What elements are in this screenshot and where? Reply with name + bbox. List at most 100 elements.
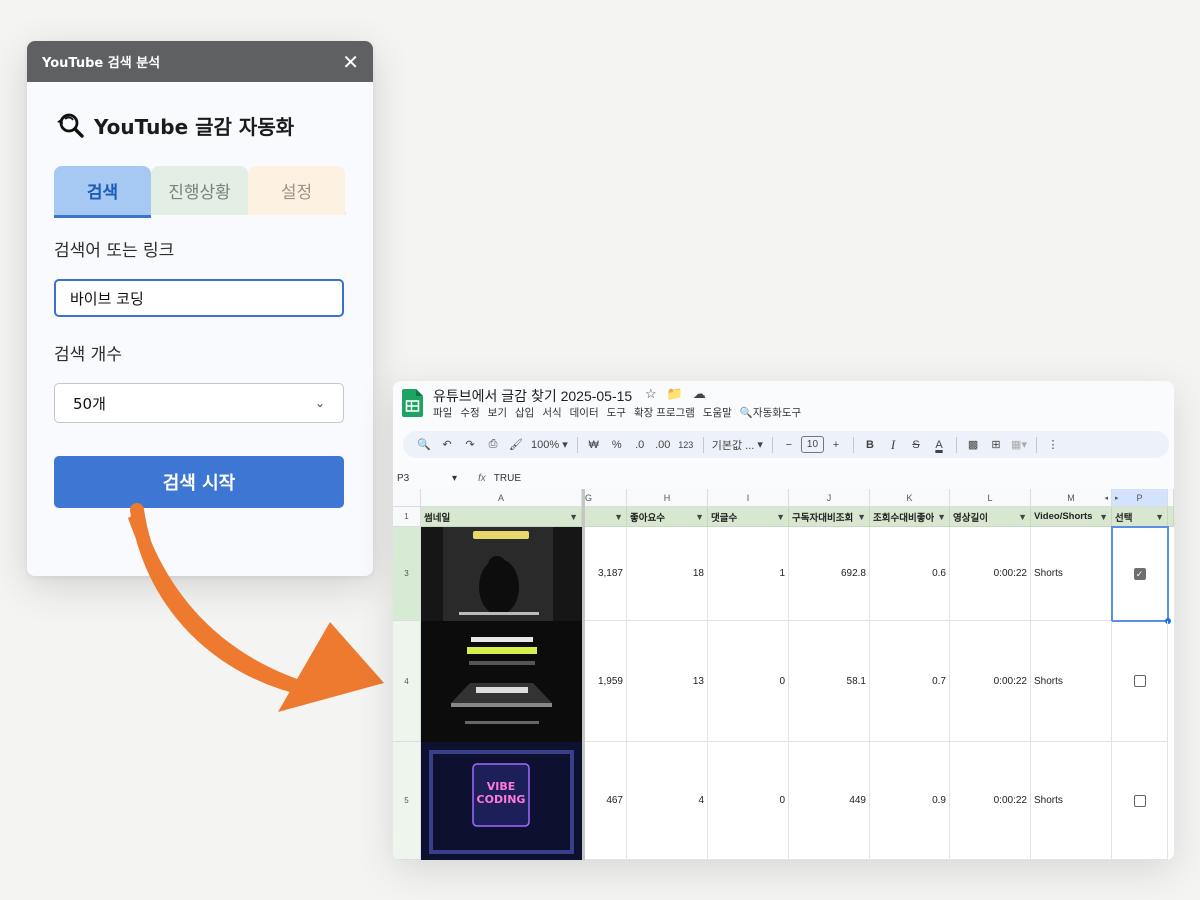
document-title[interactable]: 유튜브에서 글감 찾기 2025-05-15: [433, 386, 632, 406]
column-header-m[interactable]: M ◂: [1031, 489, 1112, 507]
comments-cell[interactable]: 0: [708, 621, 789, 742]
likes-cell[interactable]: 4: [627, 742, 708, 860]
checkbox-unchecked[interactable]: [1133, 675, 1146, 687]
menu-edit[interactable]: 수정: [460, 405, 479, 420]
font-select[interactable]: 기본값 ... ▾: [709, 434, 766, 456]
type-cell[interactable]: Shorts: [1031, 621, 1112, 742]
views-cell[interactable]: 3,187: [585, 527, 627, 621]
sub-ratio-cell[interactable]: 692.8: [789, 527, 870, 621]
zoom-select[interactable]: 100% ▾: [528, 434, 571, 456]
column-header-g[interactable]: G: [585, 489, 627, 507]
column-header-p[interactable]: ▸ P: [1112, 489, 1168, 507]
column-header-i[interactable]: I: [708, 489, 789, 507]
search-menus-icon[interactable]: 🔍: [413, 434, 435, 456]
select-cell[interactable]: [1112, 621, 1168, 742]
type-cell[interactable]: Shorts: [1031, 742, 1112, 860]
row-header-5[interactable]: 5: [393, 742, 421, 860]
row-header-4[interactable]: 4: [393, 621, 421, 742]
length-cell[interactable]: 0:00:22: [950, 621, 1031, 742]
currency-format-button[interactable]: ₩: [583, 434, 605, 456]
likes-cell[interactable]: 13: [627, 621, 708, 742]
count-select[interactable]: 50개 ⌄: [54, 383, 344, 423]
italic-button[interactable]: I: [882, 434, 904, 456]
filter-icon[interactable]: ▼: [937, 512, 946, 522]
font-size-input[interactable]: 10: [800, 436, 825, 453]
sub-ratio-cell[interactable]: 58.1: [789, 621, 870, 742]
text-color-button[interactable]: A: [928, 434, 950, 456]
checkbox-checked[interactable]: ✓: [1133, 567, 1146, 580]
cloud-status-icon[interactable]: ☁: [693, 386, 706, 402]
column-header-next[interactable]: [1168, 489, 1174, 507]
increase-decimal-button[interactable]: .00: [652, 434, 674, 456]
like-ratio-cell[interactable]: 0.6: [870, 527, 950, 621]
sheet-grid: A G H I J K L M ◂ ▸ P 1 썸네일 ▼ ▼ 좋아요수 ▼ 댓글수 ▼ …: [393, 489, 1174, 860]
star-icon[interactable]: ☆: [645, 386, 657, 402]
comments-cell[interactable]: 0: [708, 742, 789, 860]
menu-view[interactable]: 보기: [488, 405, 507, 420]
start-search-button[interactable]: 검색 시작: [54, 456, 344, 508]
tab-progress[interactable]: 진행상황: [151, 166, 248, 215]
print-icon[interactable]: ⎙: [482, 434, 504, 456]
likes-cell[interactable]: 18: [627, 527, 708, 621]
close-icon[interactable]: ✕: [342, 52, 359, 72]
redo-icon[interactable]: ↷: [459, 434, 481, 456]
move-folder-icon[interactable]: 📁: [667, 386, 683, 402]
search-input[interactable]: [54, 279, 344, 317]
caret-down-icon: ▾: [451, 472, 457, 484]
select-cell[interactable]: [1112, 742, 1168, 860]
filter-icon[interactable]: ▼: [1155, 512, 1164, 522]
menu-extensions[interactable]: 확장 프로그램: [634, 405, 695, 420]
length-cell[interactable]: 0:00:22: [950, 742, 1031, 860]
tab-search[interactable]: 검색: [54, 166, 151, 218]
merge-cells-icon[interactable]: ▦▾: [1008, 434, 1030, 456]
strikethrough-button[interactable]: S: [905, 434, 927, 456]
filter-icon[interactable]: ▼: [614, 512, 623, 522]
font-size-increase-button[interactable]: +: [825, 434, 847, 456]
filter-icon[interactable]: ▼: [569, 512, 578, 522]
font-size-decrease-button[interactable]: −: [778, 434, 800, 456]
sub-ratio-cell[interactable]: 449: [789, 742, 870, 860]
column-header-a[interactable]: A: [421, 489, 582, 507]
column-header-k[interactable]: K: [870, 489, 950, 507]
like-ratio-cell[interactable]: 0.7: [870, 621, 950, 742]
row-header-1[interactable]: 1: [393, 507, 421, 527]
row-header-3[interactable]: 3: [393, 527, 421, 621]
fill-color-icon[interactable]: ▩: [962, 434, 984, 456]
filter-icon[interactable]: ▼: [695, 512, 704, 522]
like-ratio-cell[interactable]: 0.9: [870, 742, 950, 860]
comments-cell[interactable]: 1: [708, 527, 789, 621]
menu-format[interactable]: 서식: [542, 405, 561, 420]
number-format-button[interactable]: 123: [675, 434, 697, 456]
menu-tools[interactable]: 도구: [607, 405, 626, 420]
undo-icon[interactable]: ↶: [436, 434, 458, 456]
views-cell[interactable]: 1,959: [585, 621, 627, 742]
menu-insert[interactable]: 삽입: [515, 405, 534, 420]
paint-format-icon[interactable]: 🖌: [505, 434, 527, 456]
menu-data[interactable]: 데이터: [570, 405, 599, 420]
menu-file[interactable]: 파일: [433, 405, 452, 420]
borders-icon[interactable]: ⊞: [985, 434, 1007, 456]
tab-settings[interactable]: 설정: [248, 166, 345, 215]
type-cell[interactable]: Shorts: [1031, 527, 1112, 621]
filter-icon[interactable]: ▼: [776, 512, 785, 522]
menu-automation-tools[interactable]: 🔍자동화도구: [740, 405, 801, 420]
more-options-icon[interactable]: ⋮: [1042, 434, 1064, 456]
column-header-h[interactable]: H: [627, 489, 708, 507]
length-cell[interactable]: 0:00:22: [950, 527, 1031, 621]
filter-icon[interactable]: ▼: [857, 512, 866, 522]
percent-format-button[interactable]: %: [606, 434, 628, 456]
menu-help[interactable]: 도움말: [703, 405, 732, 420]
toolbar: 🔍 ↶ ↷ ⎙ 🖌 100% ▾ ₩ % .0 .00 123 기본값 ... …: [403, 431, 1169, 458]
column-header-j[interactable]: J: [789, 489, 870, 507]
decrease-decimal-button[interactable]: .0: [629, 434, 651, 456]
checkbox-unchecked[interactable]: [1133, 794, 1146, 807]
formula-input[interactable]: TRUE: [494, 473, 521, 484]
filter-icon[interactable]: ▼: [1018, 512, 1027, 522]
select-cell[interactable]: ✓: [1112, 527, 1168, 621]
name-box[interactable]: P3 ▾: [393, 473, 463, 484]
filter-icon[interactable]: ▼: [1099, 512, 1108, 522]
bold-button[interactable]: B: [859, 434, 881, 456]
views-cell[interactable]: 467: [585, 742, 627, 860]
select-all-corner[interactable]: [393, 489, 421, 507]
column-header-l[interactable]: L: [950, 489, 1031, 507]
